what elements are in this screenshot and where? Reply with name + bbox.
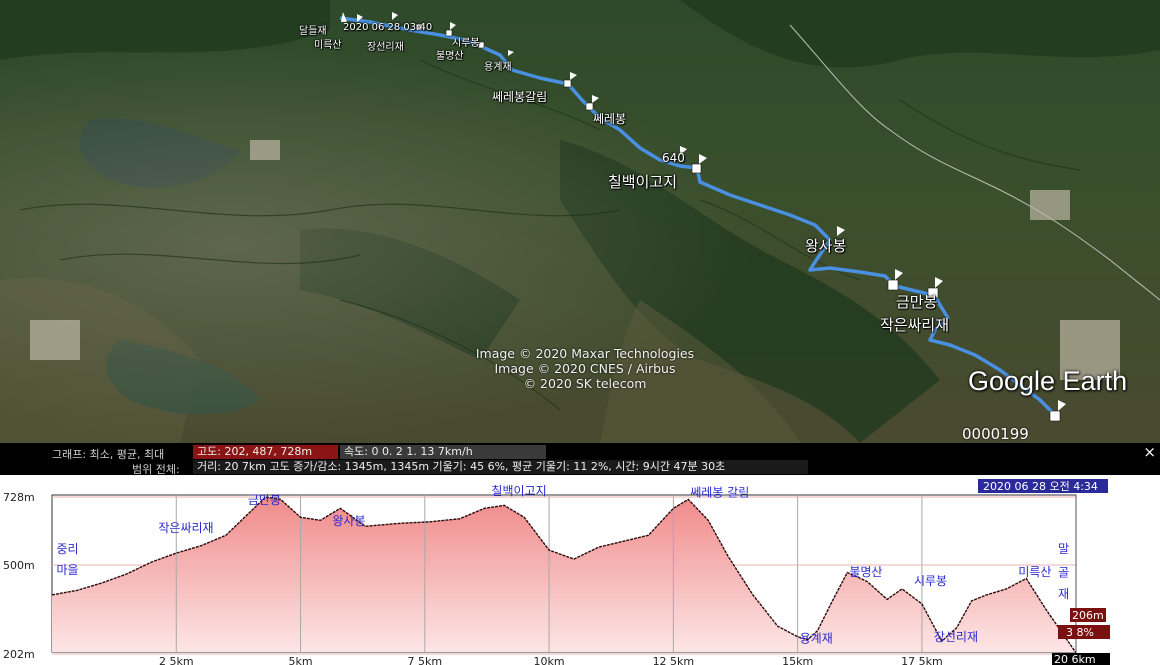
cursor-distance: 20 6km	[1054, 653, 1096, 665]
cursor-timestamp: 2020 06 28 오전 4:34	[983, 480, 1098, 493]
label-jangseonrijae: 장선리재	[367, 42, 404, 53]
x-tick-label: 7 5km	[408, 655, 443, 665]
profile-annotation: 불명산	[849, 565, 882, 579]
label-bulmyeongsan: 불명산	[436, 51, 464, 62]
profile-annotation: 장선리재	[934, 630, 978, 644]
profile-annotation: 말	[1058, 542, 1069, 556]
profile-annotation: 마을	[56, 563, 78, 577]
imagery-attribution: Image © 2020 Maxar Technologies Image © …	[475, 346, 695, 391]
label-sserebong-junction: 쎄레봉갈림	[492, 90, 548, 104]
x-tick-label: 5km	[288, 655, 312, 665]
speed-stats[interactable]: 속도: 0 0. 2 1. 13 7km/h	[340, 445, 546, 459]
profile-annotation: 칠백이고지	[491, 484, 546, 498]
elevation-profile-chart[interactable]: 728m 500m 202m 2 5km 5km 7 5km 10km 12 5km 15km 1…	[0, 475, 1160, 665]
label-jageunssarijae: 작은싸리재	[880, 316, 950, 334]
elevation-stats[interactable]: 고도: 202, 487, 728m	[193, 445, 338, 459]
y-tick-label: 728m	[3, 491, 35, 504]
profile-annotation: 용계재	[800, 632, 833, 646]
x-tick-label: 15km	[782, 655, 813, 665]
profile-annotation: 골	[1058, 565, 1069, 579]
x-tick-label: 10km	[534, 655, 565, 665]
profile-annotation: 금만봉	[248, 493, 281, 507]
label-wangsabong: 왕사봉	[805, 237, 847, 255]
profile-annotation: 쎄레봉 갈림	[690, 485, 749, 499]
cursor-elevation: 206m	[1072, 609, 1104, 622]
profile-stats-bar: 그래프: 최소, 평균, 최대 고도: 202, 487, 728m 속도: 0…	[0, 443, 1160, 476]
profile-annotation: 중리	[56, 542, 78, 556]
profile-annotation: 왕사봉	[332, 514, 365, 528]
google-earth-logo: Google Earth	[968, 366, 1128, 396]
label-sserebong: 쎄레봉	[593, 112, 627, 126]
profile-annotation: 작은싸리재	[158, 521, 213, 535]
x-tick-label: 12 5km	[653, 655, 695, 665]
label-mireuksan: 미륵산	[314, 40, 342, 51]
range-summary: 거리: 20 7km 고도 증가/감소: 1345m, 1345m 기울기: 4…	[193, 460, 808, 474]
x-tick-label: 17 5km	[901, 655, 943, 665]
profile-annotation: 재	[1058, 587, 1069, 601]
x-tick-label: 2 5km	[159, 655, 194, 665]
label-daldeuljae: 달들재	[299, 26, 327, 37]
elevation-profile-panel[interactable]: 그래프: 최소, 평균, 최대 고도: 202, 487, 728m 속도: 0…	[0, 443, 1160, 665]
profile-annotation: 미륵산	[1018, 565, 1051, 579]
frame-counter: 0000199	[962, 425, 1029, 443]
y-tick-label: 202m	[3, 648, 35, 661]
label-640: 640	[662, 151, 685, 165]
label-geummanbong: 금만봉	[896, 293, 938, 311]
cursor-grade: 3 8%	[1066, 626, 1094, 639]
label-track-timestamp: 2020 06 28 03:40	[343, 22, 433, 33]
y-tick-label: 500m	[3, 559, 35, 572]
earth-3d-view[interactable]: 달들재 2020 06 28 03:40 미륵산 장선리재 시루봉 불명산 용계…	[0, 0, 1160, 443]
close-icon[interactable]: ×	[1143, 444, 1156, 460]
profile-annotation: 시루봉	[914, 574, 947, 588]
label-chilbaekigoji: 칠백이고지	[608, 173, 678, 191]
graph-label: 그래프: 최소, 평균, 최대	[52, 448, 165, 461]
label-yonggyejae: 용계재	[484, 62, 512, 73]
